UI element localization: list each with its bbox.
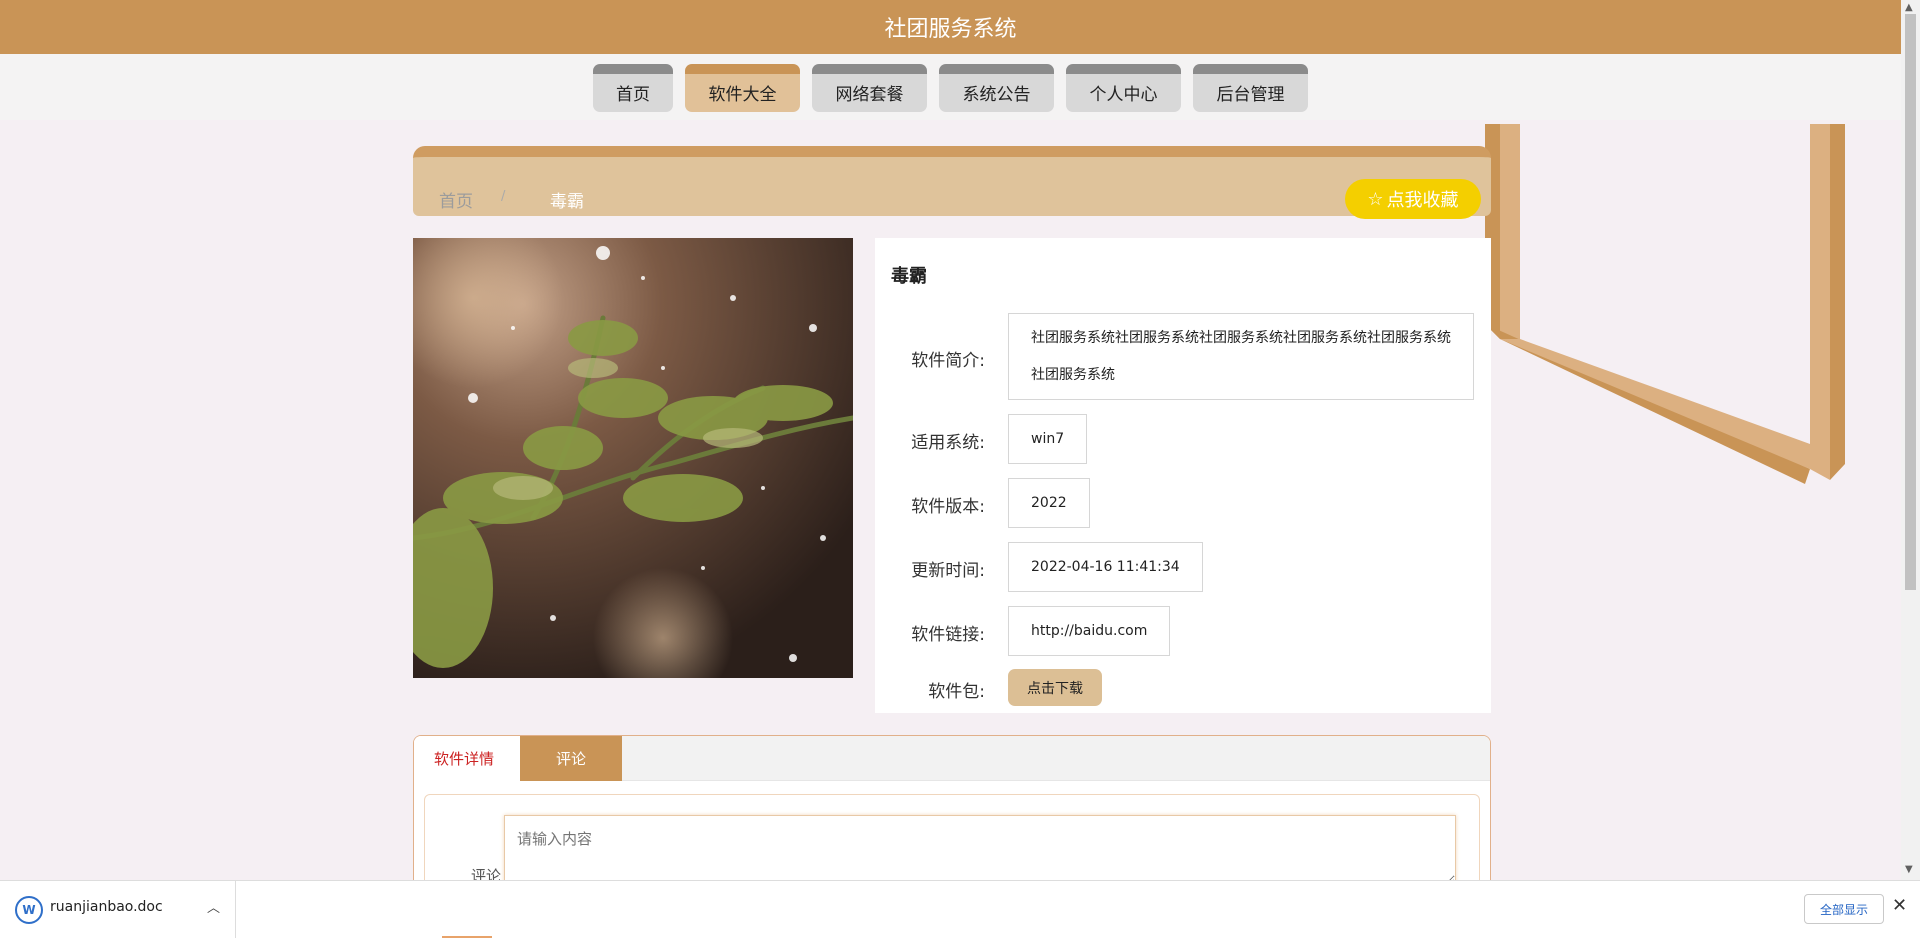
version-label: 软件版本:	[911, 497, 985, 517]
decorative-frame	[1485, 124, 1845, 484]
tabs-header: 软件详情 评论	[414, 736, 1490, 781]
breadcrumb-home[interactable]: 首页	[439, 187, 473, 212]
os-label: 适用系统:	[911, 433, 985, 453]
nav-announcements[interactable]: 系统公告	[939, 64, 1054, 112]
scroll-thumb[interactable]	[1905, 14, 1916, 590]
breadcrumb: 首页 / 毒霸 ☆ 点我收藏	[413, 146, 1491, 219]
star-icon: ☆	[1367, 188, 1384, 210]
updated-value: 2022-04-16 11:41:34	[1008, 542, 1203, 592]
intro-label: 软件简介:	[911, 351, 985, 371]
software-info-card: 毒霸 软件简介: 社团服务系统社团服务系统社团服务系统社团服务系统社团服务系统社…	[875, 238, 1491, 713]
download-bar: W ruanjianbao.doc ︿ 全部显示 ✕	[0, 880, 1920, 938]
scroll-up-icon[interactable]: ▲	[1905, 2, 1913, 13]
comment-form: 评论	[424, 794, 1480, 884]
nav-network-plans[interactable]: 网络套餐	[812, 64, 927, 112]
software-image	[413, 238, 853, 678]
comment-input[interactable]	[504, 815, 1456, 884]
download-file-name: ruanjianbao.doc	[50, 899, 163, 915]
download-item[interactable]: W ruanjianbao.doc ︿	[0, 881, 236, 938]
site-header: 社团服务系统	[0, 0, 1901, 54]
os-value: win7	[1008, 414, 1088, 464]
intro-value: 社团服务系统社团服务系统社团服务系统社团服务系统社团服务系统社团服务系统	[1008, 313, 1474, 400]
close-icon[interactable]: ✕	[1892, 895, 1907, 916]
link-label: 软件链接:	[911, 625, 985, 645]
page-scrollbar[interactable]: ▲ ▼	[1901, 0, 1920, 880]
chevron-up-icon[interactable]: ︿	[207, 897, 220, 916]
package-label: 软件包:	[928, 682, 985, 702]
site-title: 社团服务系统	[884, 17, 1017, 42]
tab-comments[interactable]: 评论	[520, 736, 622, 781]
tab-details[interactable]: 软件详情	[414, 736, 520, 781]
version-value: 2022	[1008, 478, 1090, 528]
show-all-button[interactable]: 全部显示	[1804, 894, 1884, 924]
main-nav: 首页 软件大全 网络套餐 系统公告 个人中心 后台管理	[0, 54, 1901, 120]
nav-home[interactable]: 首页	[593, 64, 673, 112]
breadcrumb-separator: /	[501, 189, 506, 204]
software-name: 毒霸	[891, 266, 927, 287]
link-value[interactable]: http://baidu.com	[1008, 606, 1171, 656]
document-icon: W	[15, 896, 43, 924]
nav-admin[interactable]: 后台管理	[1193, 64, 1308, 112]
favorite-button[interactable]: ☆ 点我收藏	[1345, 179, 1481, 219]
tabs-panel: 软件详情 评论 评论	[413, 735, 1491, 885]
scroll-down-icon[interactable]: ▼	[1905, 864, 1913, 875]
download-button[interactable]: 点击下载	[1008, 669, 1102, 706]
breadcrumb-current: 毒霸	[550, 192, 584, 212]
favorite-label: 点我收藏	[1386, 190, 1459, 211]
nav-software[interactable]: 软件大全	[685, 64, 800, 112]
updated-label: 更新时间:	[911, 561, 985, 581]
nav-profile[interactable]: 个人中心	[1066, 64, 1181, 112]
